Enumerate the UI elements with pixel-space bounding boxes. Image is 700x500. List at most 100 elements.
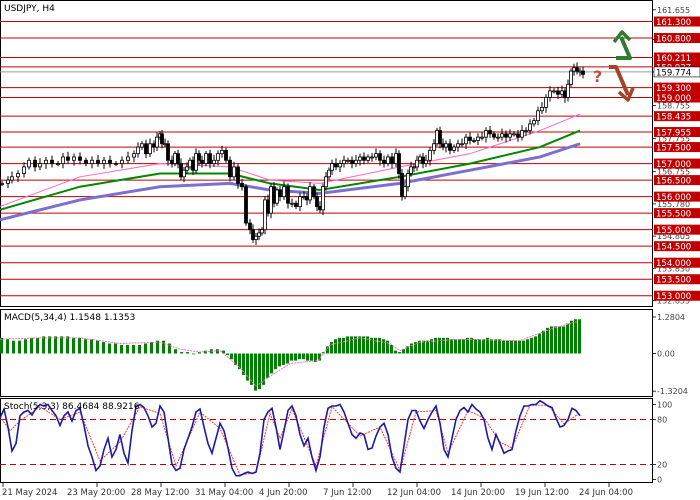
current-price-label: 159.774	[656, 68, 691, 78]
chart-root: 161.655160.755159.774158.755157.755156.7…	[0, 0, 700, 500]
macd-bar	[530, 337, 533, 354]
macd-bar	[192, 353, 195, 355]
macd-bar	[286, 353, 289, 364]
macd-bar	[494, 339, 497, 354]
macd-bar	[526, 339, 529, 354]
macd-bar	[554, 326, 557, 354]
time-tick-label: 14 Jun 20:00	[451, 488, 505, 498]
candle-body	[96, 159, 100, 164]
level-label: 157.500	[656, 144, 691, 154]
macd-bar	[350, 336, 353, 354]
macd-bar	[126, 344, 129, 354]
candle-body	[50, 159, 54, 164]
macd-bar	[120, 344, 123, 354]
macd-bar	[298, 353, 301, 360]
candle-body	[191, 159, 195, 171]
candle-body	[421, 156, 425, 164]
candle-body	[272, 186, 276, 204]
candle-body	[350, 159, 354, 164]
macd-bar	[266, 353, 269, 378]
candle-body	[248, 222, 252, 231]
candle-body	[566, 83, 570, 98]
macd-bar	[490, 339, 493, 354]
candle-body	[540, 107, 544, 112]
macd-bar	[422, 340, 425, 354]
candle-body	[435, 130, 439, 145]
candle-body	[441, 143, 445, 148]
candle-body	[236, 166, 240, 184]
level-label: 157.955	[656, 129, 691, 139]
macd-bar	[450, 339, 453, 354]
candle-body	[460, 143, 464, 146]
candle-body	[170, 159, 174, 164]
candle-body	[315, 196, 319, 207]
macd-bar	[558, 326, 561, 354]
candle-body	[176, 153, 180, 164]
candle-body	[536, 110, 540, 122]
macd-bar	[458, 339, 461, 354]
macd-bar	[502, 340, 505, 354]
macd-bar	[334, 339, 337, 354]
macd-axis: 1.2804 0.00 -1.3204	[652, 313, 688, 396]
macd-bar	[0, 337, 3, 354]
candle-body	[532, 120, 536, 125]
macd-bar	[482, 339, 485, 354]
macd-bar	[294, 353, 297, 361]
macd-bar	[132, 344, 135, 354]
level-label: 157.000	[656, 160, 691, 170]
time-tick-label: 4 Jun 20:00	[259, 488, 308, 498]
candle-body	[508, 133, 512, 138]
candle-body	[148, 143, 152, 155]
macd-bar	[546, 327, 549, 354]
macd-bar	[358, 336, 361, 354]
candle-body	[263, 199, 267, 231]
candle-body	[155, 136, 159, 148]
candle-body	[102, 159, 106, 164]
candle-body	[302, 196, 306, 199]
candle-body	[397, 153, 401, 174]
candle-body	[432, 143, 436, 151]
level-label: 156.000	[656, 193, 691, 203]
macd-bar	[138, 344, 141, 354]
candle-body	[27, 159, 31, 168]
macd-bar	[90, 339, 93, 354]
candle-body	[354, 159, 358, 164]
candle-body	[428, 149, 432, 161]
macd-bar	[48, 336, 51, 354]
candle-body	[516, 133, 520, 138]
candle-body	[581, 70, 585, 75]
candle-body	[114, 163, 118, 165]
candle-body	[305, 196, 309, 201]
time-tick-label: 12 Jun 04:00	[387, 488, 441, 498]
macd-bar	[506, 340, 509, 354]
macd-bar	[114, 343, 117, 354]
candle-body	[415, 159, 419, 168]
candle-body	[403, 186, 407, 198]
candle-body	[254, 235, 258, 240]
macd-bar	[274, 353, 277, 370]
macd-bar	[24, 339, 27, 354]
macd-bar	[270, 353, 273, 374]
macd-bar	[342, 337, 345, 354]
macd-bar	[398, 352, 401, 354]
candle-body	[321, 186, 325, 211]
candle-body	[144, 143, 148, 155]
level-label: 159.000	[656, 94, 691, 104]
candle-body	[552, 90, 556, 93]
macd-bar	[518, 340, 521, 354]
macd-bar	[410, 343, 413, 354]
candle-body	[569, 70, 573, 85]
macd-bar	[150, 342, 153, 354]
candle-body	[500, 133, 504, 138]
level-label: 155.500	[656, 210, 691, 220]
macd-tick-label: 0.00	[657, 350, 675, 359]
candle-body	[200, 159, 204, 164]
macd-bar	[278, 353, 281, 367]
macd-bar	[230, 353, 233, 360]
macd-bar	[346, 336, 349, 354]
candle-body	[366, 156, 370, 161]
candle-body	[406, 173, 410, 188]
macd-tick-label: 1.2804	[657, 313, 685, 322]
time-tick-label: 23 May 20:00	[67, 488, 125, 498]
time-axis: 21 May 2024 23 May 20:00 28 May 12:00 31 Ma…	[2, 483, 633, 498]
